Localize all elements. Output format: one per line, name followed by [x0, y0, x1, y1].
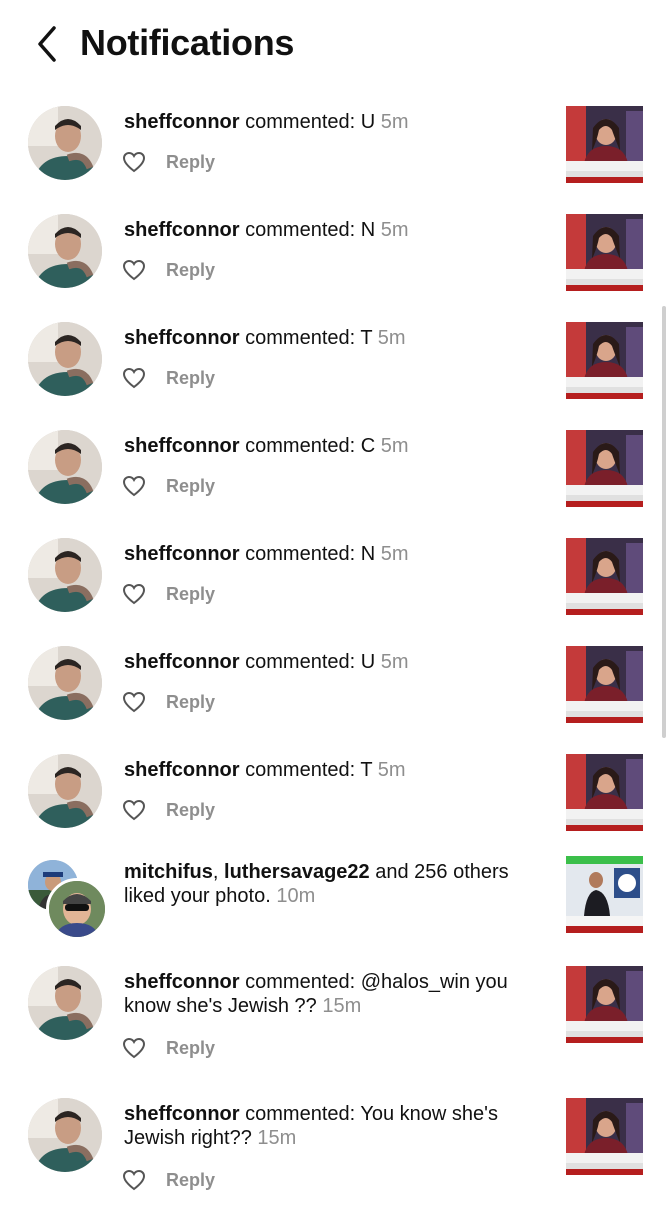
username[interactable]: sheffconnor — [124, 327, 240, 349]
username[interactable]: sheffconnor — [124, 219, 240, 241]
avatar — [46, 878, 108, 940]
timestamp: 5m — [380, 111, 409, 133]
post-thumbnail[interactable] — [566, 856, 643, 933]
notification-item[interactable]: sheffconnor commented: C 5m Reply — [0, 428, 670, 536]
username[interactable]: sheffconnor — [124, 971, 240, 993]
reply-button[interactable]: Reply — [166, 476, 215, 497]
comment-actions: Reply — [122, 366, 215, 390]
username[interactable]: mitchifus — [124, 861, 213, 883]
notification-text: sheffconnor commented: T 5m — [124, 759, 406, 781]
notification-item[interactable]: sheffconnor commented: @halos_win you kn… — [0, 964, 670, 1096]
reply-button[interactable]: Reply — [166, 692, 215, 713]
comment-actions: Reply — [122, 582, 215, 606]
page-title: Notifications — [80, 22, 295, 63]
post-thumbnail[interactable] — [566, 1098, 643, 1175]
heart-icon[interactable] — [122, 1169, 146, 1191]
avatar[interactable] — [28, 754, 102, 828]
notification-text: sheffconnor commented: N 5m — [124, 543, 409, 565]
username[interactable]: sheffconnor — [124, 111, 240, 133]
username[interactable]: sheffconnor — [124, 543, 240, 565]
notification-list: sheffconnor commented: U 5m Reply sheffc… — [0, 104, 670, 1228]
avatar[interactable] — [28, 214, 102, 288]
reply-button[interactable]: Reply — [166, 152, 215, 173]
notification-item[interactable]: sheffconnor commented: N 5m Reply — [0, 536, 670, 644]
timestamp: 15m — [257, 1127, 297, 1149]
reply-button[interactable]: Reply — [166, 1170, 215, 1191]
notification-text: sheffconnor commented: U 5m — [124, 111, 409, 133]
heart-icon[interactable] — [122, 1037, 146, 1059]
notification-item[interactable]: sheffconnor commented: You know she's Je… — [0, 1096, 670, 1228]
comment-actions: Reply — [122, 690, 215, 714]
notification-text: sheffconnor commented: T 5m — [124, 327, 406, 349]
heart-icon[interactable] — [122, 367, 146, 389]
timestamp: 10m — [276, 885, 316, 907]
notification-text: sheffconnor commented: U 5m — [124, 651, 409, 673]
timestamp: 5m — [377, 759, 406, 781]
comment-actions: Reply — [122, 150, 215, 174]
username[interactable]: sheffconnor — [124, 759, 240, 781]
post-thumbnail[interactable] — [566, 646, 643, 723]
back-chevron-icon[interactable] — [32, 24, 62, 64]
timestamp: 5m — [380, 435, 409, 457]
post-thumbnail[interactable] — [566, 966, 643, 1043]
timestamp: 5m — [377, 327, 406, 349]
avatar[interactable] — [28, 322, 102, 396]
heart-icon[interactable] — [122, 691, 146, 713]
reply-button[interactable]: Reply — [166, 584, 215, 605]
notification-text: sheffconnor commented: C 5m — [124, 435, 409, 457]
notification-text: sheffconnor commented: You know she's Je… — [124, 1103, 498, 1149]
avatar[interactable] — [28, 430, 102, 504]
notification-item[interactable]: sheffconnor commented: T 5m Reply — [0, 752, 670, 860]
heart-icon[interactable] — [122, 259, 146, 281]
post-thumbnail[interactable] — [566, 754, 643, 831]
timestamp: 5m — [380, 219, 409, 241]
reply-button[interactable]: Reply — [166, 1038, 215, 1059]
comment-actions: Reply — [122, 1168, 215, 1192]
timestamp: 15m — [322, 995, 362, 1017]
post-thumbnail[interactable] — [566, 106, 643, 183]
notification-item[interactable]: sheffconnor commented: N 5m Reply — [0, 212, 670, 320]
comment-actions: Reply — [122, 258, 215, 282]
notification-item-likes[interactable]: mitchifus, luthersavage22 and 256 others… — [0, 856, 670, 964]
reply-button[interactable]: Reply — [166, 260, 215, 281]
username[interactable]: luthersavage22 — [224, 861, 370, 883]
reply-button[interactable]: Reply — [166, 368, 215, 389]
username[interactable]: sheffconnor — [124, 435, 240, 457]
username[interactable]: sheffconnor — [124, 1103, 240, 1125]
post-thumbnail[interactable] — [566, 322, 643, 399]
heart-icon[interactable] — [122, 583, 146, 605]
heart-icon[interactable] — [122, 151, 146, 173]
post-thumbnail[interactable] — [566, 214, 643, 291]
notification-text: sheffconnor commented: N 5m — [124, 219, 409, 241]
comment-actions: Reply — [122, 798, 215, 822]
timestamp: 5m — [380, 543, 409, 565]
header: Notifications — [0, 0, 670, 92]
scrollbar[interactable] — [662, 306, 666, 738]
timestamp: 5m — [380, 651, 409, 673]
avatar[interactable] — [28, 966, 102, 1040]
notification-item[interactable]: sheffconnor commented: U 5m Reply — [0, 644, 670, 752]
avatar[interactable] — [28, 646, 102, 720]
username[interactable]: sheffconnor — [124, 651, 240, 673]
heart-icon[interactable] — [122, 799, 146, 821]
notification-item[interactable]: sheffconnor commented: U 5m Reply — [0, 104, 670, 212]
post-thumbnail[interactable] — [566, 430, 643, 507]
avatar[interactable] — [28, 106, 102, 180]
post-thumbnail[interactable] — [566, 538, 643, 615]
avatar[interactable] — [28, 538, 102, 612]
comment-actions: Reply — [122, 474, 215, 498]
notification-text: mitchifus, luthersavage22 and 256 others… — [124, 861, 509, 907]
comment-actions: Reply — [122, 1036, 215, 1060]
heart-icon[interactable] — [122, 475, 146, 497]
notification-text: sheffconnor commented: @halos_win you kn… — [124, 971, 508, 1017]
notification-item[interactable]: sheffconnor commented: T 5m Reply — [0, 320, 670, 428]
avatar[interactable] — [28, 1098, 102, 1172]
group-avatar[interactable] — [28, 860, 108, 940]
reply-button[interactable]: Reply — [166, 800, 215, 821]
